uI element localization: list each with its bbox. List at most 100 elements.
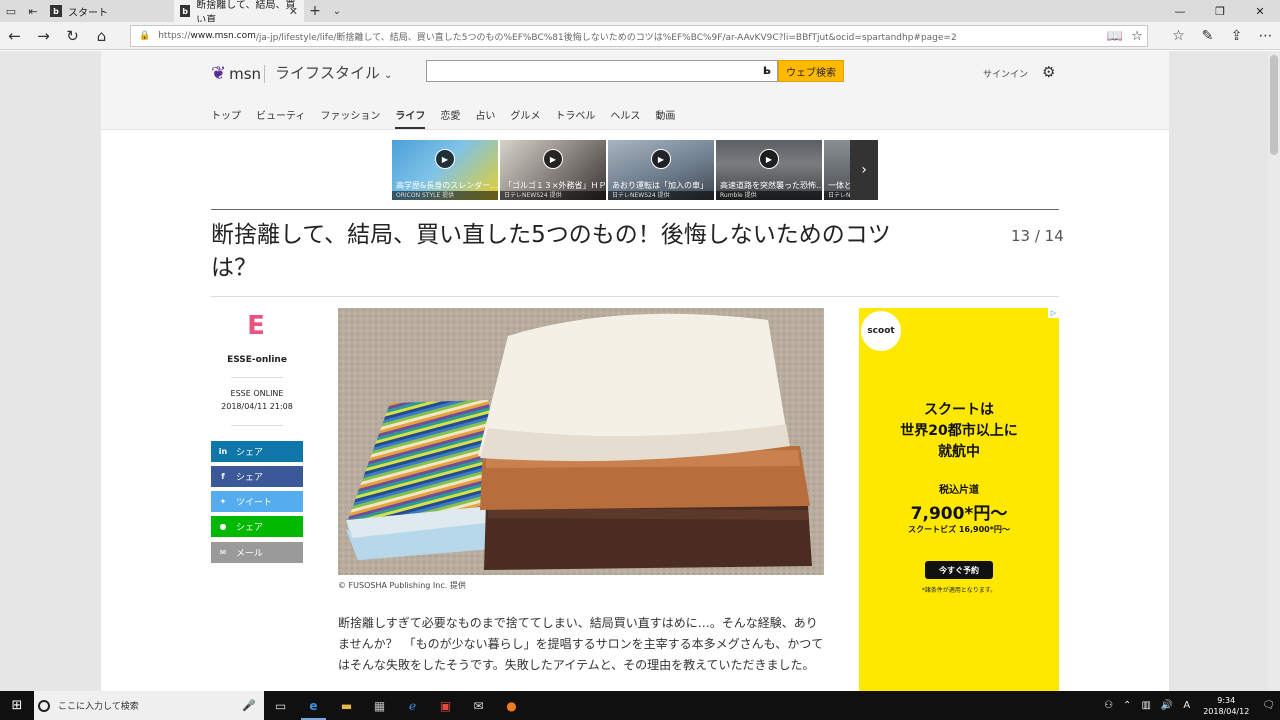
ad-headline-line: 就航中 (938, 444, 980, 460)
video-source: 日テレNEWS (824, 191, 852, 200)
volume-icon[interactable]: 🔊 (1161, 700, 1173, 711)
web-note-icon[interactable]: ✎ (1193, 22, 1222, 50)
ad-price: 7,900*円～ (910, 504, 1008, 524)
people-icon[interactable]: ⚇ (1104, 700, 1113, 711)
tab-article[interactable]: b 断捨離して、結局、買い直 ✕ (174, 0, 304, 26)
close-tab-icon[interactable]: ✕ (289, 5, 298, 18)
clock-date: 2018/04/12 (1203, 706, 1250, 716)
scoot-logo: scoot (861, 311, 901, 351)
tab-start[interactable]: b スタート (44, 0, 174, 22)
clock[interactable]: 9:34 2018/04/12 (1203, 695, 1249, 717)
msn-favicon-icon: b (50, 5, 62, 17)
chevron-right-icon: › (861, 162, 867, 178)
nav-item[interactable]: 占い (475, 107, 495, 129)
show-hidden-icon[interactable]: ⌃ (1123, 700, 1131, 711)
reading-view-icon[interactable]: 📖 (1104, 22, 1126, 50)
share-icon[interactable]: ⇪ (1222, 22, 1251, 50)
divider (211, 209, 1059, 210)
action-center-icon[interactable]: 🗨 (1262, 700, 1275, 711)
video-thumbnail[interactable]: ▶ 高速道路を突然襲った恐怖… Rumble 提供 (716, 140, 822, 200)
clock-time: 9:34 (1217, 695, 1236, 705)
microphone-icon[interactable]: 🎤 (242, 699, 256, 712)
page-scrollbar[interactable] (1268, 51, 1280, 691)
minimize-icon[interactable]: — (1160, 0, 1200, 22)
file-explorer-icon[interactable]: ▬ (330, 691, 363, 720)
ie-icon[interactable]: ℯ (396, 691, 429, 720)
twitter-icon: ✦ (219, 497, 227, 506)
chevron-down-icon[interactable]: ⌄ (326, 6, 348, 17)
video-thumbnail[interactable]: ▶ 「ゴルゴ１３×外務省」ＨＰ… 日テレNEWS24 提供 (500, 140, 606, 200)
video-thumbnail[interactable]: ▶ あおり運転は「加入の車」 日テレNEWS24 提供 (608, 140, 714, 200)
set-aside-tabs-icon[interactable]: ⇤ (22, 0, 44, 22)
forward-icon[interactable]: → (29, 22, 58, 50)
gear-icon[interactable]: ⚙ (1042, 63, 1055, 81)
publisher-name[interactable]: ESSE-online (211, 355, 303, 365)
share-label: シェア (236, 523, 264, 533)
nav-item-active[interactable]: ライフ (395, 107, 426, 129)
url-path: /ja-jp/lifestyle/life/断捨離して、結局、買い直した5つのも… (255, 32, 957, 43)
carousel-next-button[interactable]: › (850, 140, 878, 200)
share-mail-button[interactable]: ✉ メール (211, 542, 303, 563)
ad-note: *諸条件が適用となります。 (921, 587, 997, 594)
share-linkedin-button[interactable]: in シェア (211, 441, 303, 462)
nav-item[interactable]: トップ (211, 107, 241, 129)
favorites-hub-icon[interactable]: ☆ (1164, 22, 1193, 50)
article-photo[interactable] (338, 308, 824, 575)
nav-item[interactable]: グルメ (510, 107, 540, 129)
signin-link[interactable]: サインイン (983, 67, 1028, 80)
share-facebook-button[interactable]: f シェア (211, 466, 303, 487)
tab-preview-icon[interactable]: ▭ (0, 0, 22, 22)
network-icon[interactable]: ▥ (1141, 700, 1150, 711)
nav-item[interactable]: 恋愛 (440, 107, 460, 129)
share-label: メール (236, 549, 264, 559)
video-caption: あおり運転は「加入の車」 (612, 181, 708, 190)
taskbar-search-input[interactable]: ここに入力して検索 🎤 (34, 691, 264, 720)
window-controls: — ❐ ✕ (1160, 0, 1280, 22)
refresh-icon[interactable]: ↻ (58, 22, 87, 50)
book-now-button[interactable]: 今すぐ予約 (925, 561, 993, 579)
play-icon: ▶ (435, 149, 455, 169)
ime-indicator[interactable]: A (1183, 700, 1190, 711)
new-tab-icon[interactable]: + (304, 3, 326, 19)
share-twitter-button[interactable]: ✦ ツイート (211, 491, 303, 512)
article-body: 断捨離しすぎて必要なものまで捨ててしまい、結局買い直すはめに…。そんな経験、あり… (338, 616, 824, 672)
video-thumbnail[interactable]: 一体どこ 日テレNEWS (824, 140, 852, 200)
section-menu[interactable]: ライフスタイル ⌄ (275, 62, 392, 83)
edge-icon[interactable]: e (297, 691, 330, 720)
nav-item[interactable]: ファッション (320, 107, 380, 129)
app-icon[interactable]: ▣ (429, 691, 462, 720)
msn-logo[interactable]: ❦ msn (211, 63, 261, 84)
more-icon[interactable]: ⋯ (1251, 22, 1280, 50)
adchoices-icon[interactable]: ▷ (1048, 308, 1059, 318)
video-thumbnail[interactable]: ▶ 高学歴&長身のスレンダー… ORICON STYLE 提供 (392, 140, 498, 200)
back-icon[interactable]: ← (0, 22, 29, 50)
system-tray: ⚇ ⌃ ▥ 🔊 A 9:34 2018/04/12 🗨 (1099, 691, 1280, 720)
windows-start-icon[interactable]: ⊞ (0, 691, 34, 720)
linkedin-icon: in (218, 447, 228, 456)
address-bar[interactable]: 🔒 https://www.msn.com/ja-jp/lifestyle/li… (130, 25, 1148, 47)
favorite-star-icon[interactable]: ☆ (1126, 22, 1148, 50)
publish-date: 2018/04/11 21:08 (221, 402, 293, 411)
photo-caption: © FUSOSHA Publishing Inc. 提供 (338, 581, 466, 590)
firefox-icon[interactable]: ● (495, 691, 528, 720)
mail-icon[interactable]: ✉ (462, 691, 495, 720)
search-placeholder: ここに入力して検索 (58, 702, 139, 712)
store-icon[interactable]: ▦ (363, 691, 396, 720)
share-label: シェア (236, 473, 264, 483)
nav-item[interactable]: トラベル (555, 107, 595, 129)
nav-item[interactable]: ビューティ (256, 107, 305, 129)
nav-item[interactable]: 動画 (655, 107, 675, 129)
scrollbar-thumb[interactable] (1270, 55, 1278, 155)
publisher-logo[interactable]: E (245, 311, 267, 341)
web-search-button[interactable]: ウェブ検索 (778, 60, 844, 82)
close-window-icon[interactable]: ✕ (1240, 0, 1280, 22)
search-input[interactable]: ь (426, 60, 778, 82)
url-prefix: https:// (158, 31, 191, 41)
restore-icon[interactable]: ❐ (1200, 0, 1240, 22)
section-label: ライフスタイル (275, 64, 381, 82)
home-icon[interactable]: ⌂ (87, 22, 116, 50)
share-line-button[interactable]: ● シェア (211, 516, 303, 537)
nav-item[interactable]: ヘルス (610, 107, 640, 129)
task-view-icon[interactable]: ▭ (264, 691, 297, 720)
advertisement[interactable]: ▷ scoot スクートは 世界20都市以上に 就航中 税込片道 7,900*円… (859, 308, 1059, 691)
